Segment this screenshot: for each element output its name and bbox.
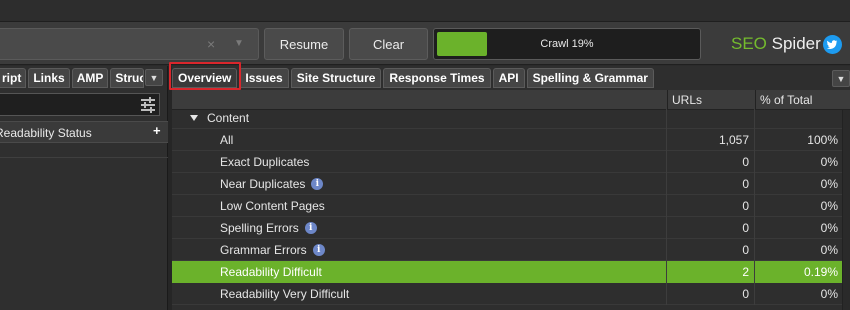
tab-response-times[interactable]: Response Times (383, 68, 491, 88)
brand-spider: Spider (766, 34, 821, 53)
window-top-strip (0, 0, 850, 22)
info-icon[interactable]: i (312, 244, 325, 256)
table-row[interactable]: Readability Very Difficult 0 0% (172, 283, 842, 305)
left-tabs-dropdown-icon[interactable]: ▼ (145, 69, 163, 86)
row-name-label: Exact Duplicates (220, 155, 310, 169)
row-name-cell: Low Content Pages (172, 195, 667, 217)
row-name-label: All (220, 133, 234, 147)
toolbar: × ▼ Resume Clear Crawl 19% SEO Spider (0, 22, 850, 65)
resume-button[interactable]: Resume (264, 28, 344, 60)
right-tab-bar: Overview Issues Site Structure Response … (172, 68, 656, 89)
row-urls-cell: 0 (667, 283, 755, 305)
row-name-cell: Near Duplicates i (172, 173, 667, 195)
info-icon[interactable]: i (311, 178, 324, 190)
row-name-cell: Readability Very Difficult (172, 283, 667, 305)
row-percent-cell: 0% (820, 221, 838, 235)
row-name-label: Readability Difficult (220, 265, 322, 279)
vertical-scrollbar[interactable] (842, 110, 850, 310)
clear-button[interactable]: Clear (349, 28, 428, 60)
left-tab-structured-data[interactable]: Struc (110, 68, 145, 88)
row-name-label: Readability Very Difficult (220, 287, 350, 301)
row-urls-cell: 1,057 (667, 129, 755, 151)
triangle-down-icon[interactable] (190, 115, 198, 121)
row-name-label: Low Content Pages (220, 199, 325, 213)
section-name: Content (172, 107, 667, 129)
row-name-cell: Readability Difficult (172, 261, 667, 283)
table-row[interactable]: Readability Difficult 2 0.19% (172, 261, 842, 283)
table-row[interactable]: Exact Duplicates 0 0% (172, 151, 842, 173)
table-row[interactable]: Near Duplicates i 0 0% (172, 173, 842, 195)
row-name-cell: All (172, 129, 667, 151)
row-urls-cell: 0 (667, 239, 755, 261)
crawl-progress-bar: Crawl 19% (433, 28, 701, 60)
row-percent-cell: 100% (807, 133, 838, 147)
row-percent-cell: 0% (820, 199, 838, 213)
section-pct-cell (755, 107, 842, 129)
tab-issues[interactable]: Issues (239, 68, 289, 88)
row-urls-cell: 2 (667, 261, 755, 283)
row-urls-cell: 0 (667, 195, 755, 217)
left-column-header[interactable]: Readability Status + (0, 121, 168, 143)
overview-rows: Content All 1,057 100% Exact Duplicates 0 0% N… (172, 107, 842, 305)
section-label: Content (207, 111, 250, 125)
left-tab-bar: ript Links AMP Struc (0, 68, 146, 90)
left-tab-links[interactable]: Links (28, 68, 70, 88)
left-panel: ript Links AMP Struc ▼ Readability Statu… (0, 66, 168, 310)
row-urls-cell: 0 (667, 151, 755, 173)
row-percent-cell: 0% (820, 243, 838, 257)
table-row[interactable]: Spelling Errors i 0 0% (172, 217, 842, 239)
close-icon[interactable]: × (207, 36, 215, 52)
row-urls-cell: 0 (667, 217, 755, 239)
section-row-content[interactable]: Content (172, 107, 842, 129)
tab-spelling-grammar[interactable]: Spelling & Grammar (526, 68, 654, 88)
add-column-icon[interactable]: + (153, 124, 165, 137)
table-row[interactable]: All 1,057 100% (172, 129, 842, 151)
left-tab-amp[interactable]: AMP (71, 68, 109, 88)
url-input[interactable]: × ▼ (0, 28, 259, 60)
tab-api[interactable]: API (492, 68, 525, 88)
twitter-icon[interactable] (823, 35, 842, 54)
row-name-cell: Exact Duplicates (172, 151, 667, 173)
left-empty-row (0, 144, 168, 158)
left-tab-javascript[interactable]: ript (0, 68, 27, 88)
section-urls-cell (667, 107, 755, 129)
row-name-label: Spelling Errors (220, 221, 299, 235)
brand-seo: SEO (731, 34, 767, 53)
tab-overview[interactable]: Overview (172, 68, 238, 88)
row-percent-cell: 0% (820, 287, 838, 301)
tabs-overflow-dropdown-icon[interactable]: ▼ (832, 70, 850, 87)
table-row[interactable]: Low Content Pages 0 0% (172, 195, 842, 217)
left-column-header-label: Readability Status (0, 126, 92, 140)
row-percent-cell: 0.19% (803, 265, 838, 279)
row-urls-cell: 0 (667, 173, 755, 195)
row-percent-cell: 0% (820, 155, 838, 169)
left-search-input[interactable] (0, 93, 160, 116)
table-row[interactable]: Grammar Errors i 0 0% (172, 239, 842, 261)
row-name-cell: Spelling Errors i (172, 217, 667, 239)
right-panel: Overview Issues Site Structure Response … (169, 62, 850, 310)
filter-sliders-icon[interactable] (141, 97, 155, 113)
row-name-label: Near Duplicates (220, 177, 306, 191)
row-name-cell: Grammar Errors i (172, 239, 667, 261)
info-icon[interactable]: i (304, 222, 317, 234)
tab-site-structure[interactable]: Site Structure (290, 68, 382, 88)
chevron-down-icon[interactable]: ▼ (234, 38, 244, 49)
row-percent-cell: 0% (820, 177, 838, 191)
crawl-progress-label: Crawl 19% (540, 38, 594, 50)
row-name-label: Grammar Errors (220, 243, 307, 257)
brand-logo: SEO Spider (731, 34, 821, 54)
